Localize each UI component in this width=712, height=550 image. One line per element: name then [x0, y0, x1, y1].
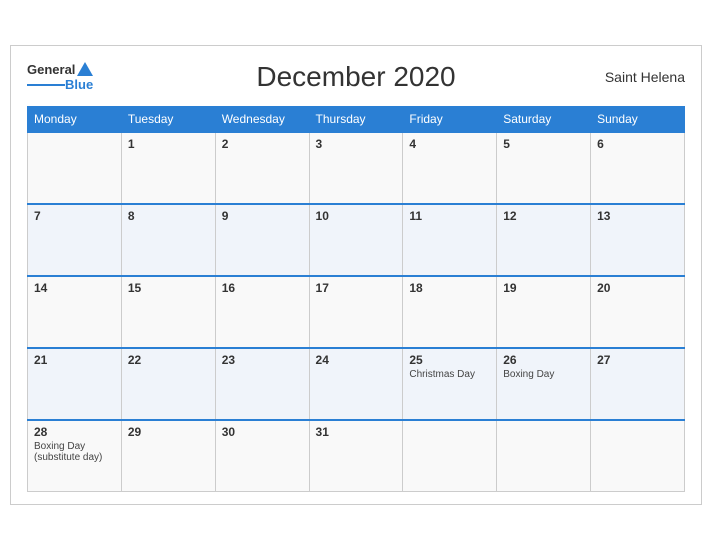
day-number: 25: [409, 353, 490, 367]
day-number: 10: [316, 209, 397, 223]
day-number: 2: [222, 137, 303, 151]
calendar-week-row: 123456: [28, 132, 685, 204]
calendar-cell: 17: [309, 276, 403, 348]
day-number: 17: [316, 281, 397, 295]
calendar-week-row: 789 10 11 12 13: [28, 204, 685, 276]
calendar-cell: 22: [121, 348, 215, 420]
calendar-cell: 3: [309, 132, 403, 204]
header-saturday: Saturday: [497, 106, 591, 132]
calendar-cell: 7: [28, 204, 122, 276]
calendar-cell: 8: [121, 204, 215, 276]
calendar-cell: 14: [28, 276, 122, 348]
calendar-cell: 13: [591, 204, 685, 276]
day-number: 20: [597, 281, 678, 295]
calendar-cell: 24: [309, 348, 403, 420]
day-number: 22: [128, 353, 209, 367]
day-number: 21: [34, 353, 115, 367]
calendar-cell: 29: [121, 420, 215, 492]
day-number: 31: [316, 425, 397, 439]
calendar-cell: 11: [403, 204, 497, 276]
day-number: 26: [503, 353, 584, 367]
calendar-cell: [497, 420, 591, 492]
calendar-cell: 26 Boxing Day: [497, 348, 591, 420]
logo: General Blue: [27, 62, 93, 92]
day-number: 29: [128, 425, 209, 439]
calendar-header: General Blue December 2020 Saint Helena: [27, 62, 685, 92]
logo-triangle-icon: [77, 62, 93, 76]
header-tuesday: Tuesday: [121, 106, 215, 132]
header-friday: Friday: [403, 106, 497, 132]
calendar-cell: 23: [215, 348, 309, 420]
calendar-title: December 2020: [256, 61, 455, 93]
header-sunday: Sunday: [591, 106, 685, 132]
day-number: 28: [34, 425, 115, 439]
day-number: 11: [409, 209, 490, 223]
day-number: 6: [597, 137, 678, 151]
weekday-header-row: Monday Tuesday Wednesday Thursday Friday…: [28, 106, 685, 132]
day-number: 7: [34, 209, 115, 223]
header-monday: Monday: [28, 106, 122, 132]
calendar-cell: 15: [121, 276, 215, 348]
calendar-cell: 6: [591, 132, 685, 204]
calendar-cell: [403, 420, 497, 492]
calendar-cell: 27: [591, 348, 685, 420]
calendar-cell: 5: [497, 132, 591, 204]
header-wednesday: Wednesday: [215, 106, 309, 132]
day-number: 4: [409, 137, 490, 151]
day-number: 27: [597, 353, 678, 367]
calendar-cell: 10: [309, 204, 403, 276]
day-number: 30: [222, 425, 303, 439]
calendar-cell: 2: [215, 132, 309, 204]
day-number: 3: [316, 137, 397, 151]
calendar-week-row: 21 22 23 24 25 Christmas Day 26 Boxing Day 27: [28, 348, 685, 420]
day-number: 14: [34, 281, 115, 295]
day-number: 23: [222, 353, 303, 367]
day-number: 8: [128, 209, 209, 223]
calendar-cell: 4: [403, 132, 497, 204]
day-number: 12: [503, 209, 584, 223]
logo-blue-text: Blue: [65, 78, 93, 92]
calendar-week-row: 14 15 16 17 18 19 20: [28, 276, 685, 348]
holiday-name: Boxing Day: [503, 369, 584, 380]
logo-general-text: General: [27, 63, 75, 77]
calendar-wrapper: General Blue December 2020 Saint Helena …: [10, 45, 702, 506]
calendar-cell: [28, 132, 122, 204]
holiday-name: Boxing Day (substitute day): [34, 441, 115, 463]
holiday-name: Christmas Day: [409, 369, 490, 380]
day-number: 13: [597, 209, 678, 223]
calendar-cell: 25 Christmas Day: [403, 348, 497, 420]
calendar-cell: 18: [403, 276, 497, 348]
calendar-cell: 12: [497, 204, 591, 276]
day-number: 18: [409, 281, 490, 295]
calendar-cell: 30: [215, 420, 309, 492]
day-number: 5: [503, 137, 584, 151]
day-number: 9: [222, 209, 303, 223]
calendar-cell: 28 Boxing Day (substitute day): [28, 420, 122, 492]
day-number: 19: [503, 281, 584, 295]
day-number: 16: [222, 281, 303, 295]
calendar-grid: Monday Tuesday Wednesday Thursday Friday…: [27, 106, 685, 493]
calendar-cell: 19: [497, 276, 591, 348]
logo-line: [27, 84, 65, 86]
calendar-cell: [591, 420, 685, 492]
calendar-cell: 20: [591, 276, 685, 348]
calendar-cell: 1: [121, 132, 215, 204]
day-number: 15: [128, 281, 209, 295]
calendar-week-row: 28 Boxing Day (substitute day) 29 30 31: [28, 420, 685, 492]
header-thursday: Thursday: [309, 106, 403, 132]
calendar-cell: 21: [28, 348, 122, 420]
calendar-cell: 9: [215, 204, 309, 276]
calendar-cell: 16: [215, 276, 309, 348]
calendar-cell: 31: [309, 420, 403, 492]
day-number: 1: [128, 137, 209, 151]
day-number: 24: [316, 353, 397, 367]
region-label: Saint Helena: [605, 69, 685, 85]
